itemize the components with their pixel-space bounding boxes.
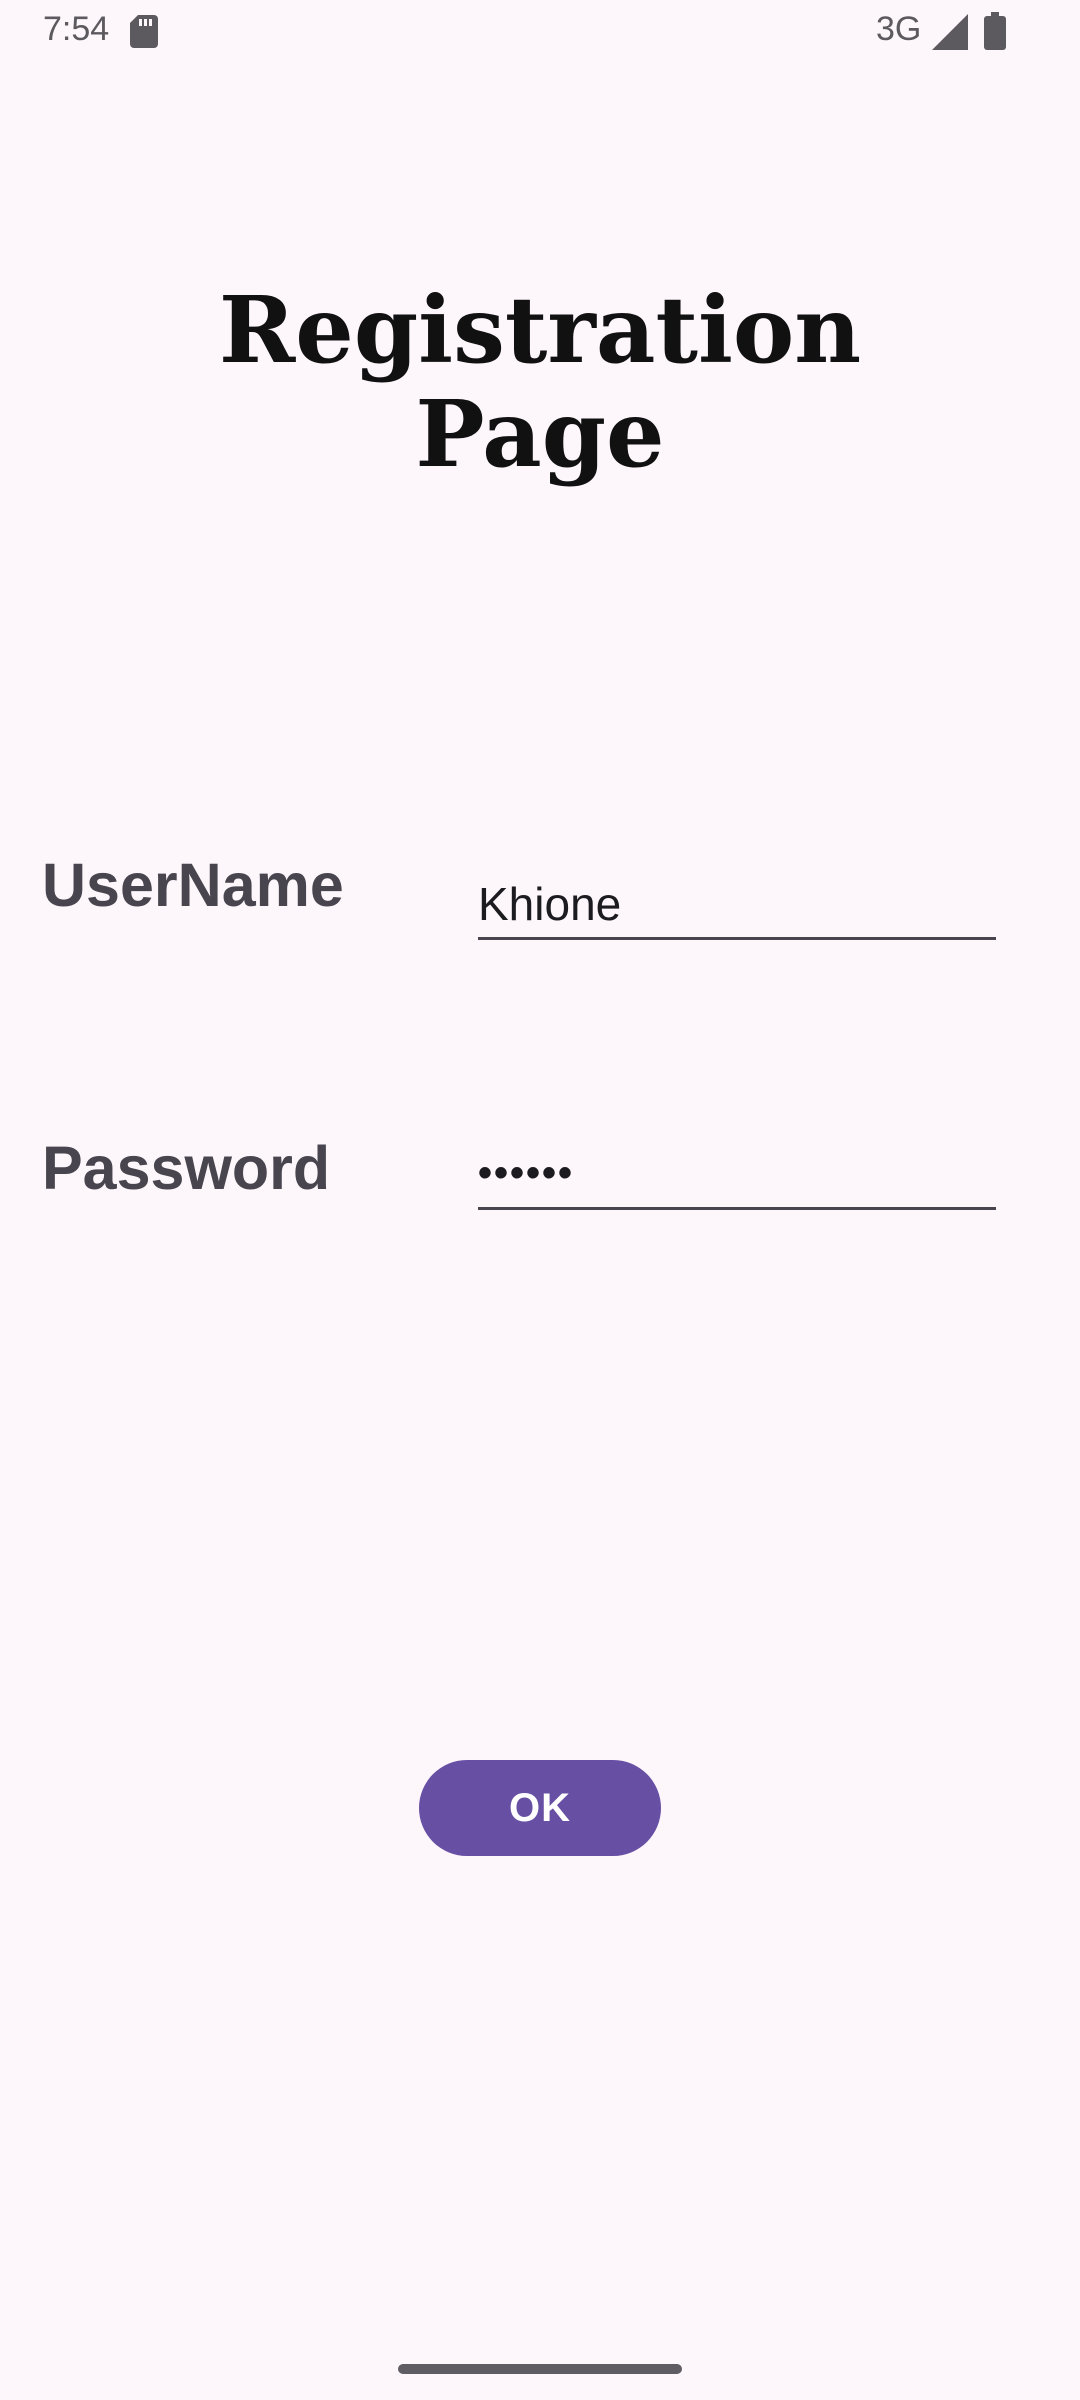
username-label: UserName <box>42 851 344 919</box>
cell-signal-icon <box>932 14 968 50</box>
password-input[interactable] <box>478 1140 996 1210</box>
sd-card-icon <box>130 15 158 48</box>
status-bar: 7:54 3G <box>0 0 1080 64</box>
username-input[interactable] <box>478 870 996 940</box>
ok-button[interactable]: OK <box>419 1760 661 1856</box>
gesture-navigation-bar[interactable] <box>398 2364 682 2374</box>
page-title-line2: Page <box>415 380 665 488</box>
status-time: 7:54 <box>43 10 110 48</box>
network-type-label: 3G <box>876 10 922 48</box>
battery-icon <box>984 12 1006 50</box>
password-label: Password <box>42 1134 331 1202</box>
page-title-line1: Registration <box>218 276 862 384</box>
page-title: Registration Page <box>0 278 1080 486</box>
